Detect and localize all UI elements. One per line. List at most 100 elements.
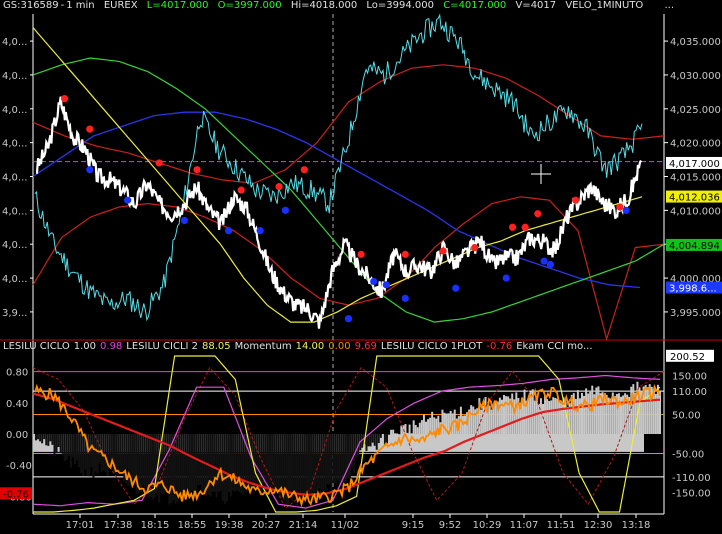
signal-dot-blue [86,166,94,174]
right-tick-label: 3,995.000 [670,308,721,319]
signal-dot-blue [370,277,378,286]
signal-dot-red [86,125,94,133]
signal-dot-blue [546,260,555,269]
indicator-value-10: -0.76 [486,341,513,352]
x-tick-label: 20:27 [252,520,281,531]
chart-canvas[interactable]: 4,035.000 4,0... 4,030.000 4,0... 4,025.000 4… [0,0,722,534]
signal-dot-red [572,196,580,204]
x-tick-label: 18:15 [141,520,170,531]
signal-dot-red [471,243,479,252]
right-tick-label: 4,035.000 [670,37,721,48]
last-price: L=4017.000 [146,0,209,11]
lower-right-tick-label: 110.00 [672,387,707,398]
signal-dot-red [534,210,542,218]
lower-right-tick-label: 150.00 [672,372,707,383]
signal-dot-blue [452,284,460,292]
signal-dot-red [155,159,163,167]
left-tick-label: 4,0... [2,71,27,82]
signal-dot-blue [382,281,390,289]
signal-dot-blue [256,227,264,235]
lower-right-tick-label: -150.00 [672,489,711,500]
more-dots[interactable]: ... [664,0,674,11]
signal-dot-blue [180,216,189,225]
left-tick-label: 4,0... [2,274,27,285]
right-tick-label: 4,020.000 [670,139,721,150]
low-price: Lo=3994.000 [366,0,435,11]
x-tick-label: 13:18 [622,520,651,531]
x-tick-label: 18:55 [178,520,207,531]
indicator-value-9: LESILU CICLO 1PLOT [380,341,483,352]
signal-dot-red [237,186,245,194]
x-tick-label: 12:30 [584,520,613,531]
signal-dot-red [521,223,529,231]
left-tick-label: 4,0... [2,240,27,251]
signal-dot-blue [540,257,548,265]
x-tick-label: 11:07 [510,520,539,531]
lower-right-tick-label: 50.00 [672,411,701,422]
signal-dot-red [616,203,624,211]
signal-dot-blue [124,196,132,204]
signal-dot-red [401,250,409,258]
signal-dot-blue [622,206,630,214]
x-tick-label: 9:15 [402,520,424,531]
indicator-value-8: 9.69 [354,341,377,352]
signal-dot-red [357,250,365,258]
left-tick-label: 4,0... [2,206,27,217]
price-marker-label: 4,004.894 [669,241,720,252]
left-tick-label: 4,0... [2,173,27,184]
signal-dot-red [60,95,69,103]
x-tick-label: 17:01 [66,520,95,531]
indicator-value-11: Ekam CCI mo... [516,341,593,352]
indicator-value-0: LESILU CICLO [3,341,70,352]
volume-label: V=4017 [515,0,557,11]
signal-dot-red [508,223,517,231]
open-price: O=3997.000 [217,0,282,11]
indicator-value-2: 0.98 [100,341,123,352]
left-tick-label: 4,0... [2,105,27,116]
signal-dot-blue [502,274,510,282]
signal-dot-red [439,247,447,255]
series-price-close [35,96,642,329]
x-tick-label: 10:29 [473,520,502,531]
lower-left-tick-label: 0.40 [6,399,28,410]
osc-marker-label: -0.76 [3,489,29,500]
indicator-value-7: 0.00 [328,341,351,352]
series-cyan-price [34,13,643,322]
high-price: Hi=4018.000 [290,0,358,11]
indicator-value-1: 1.00 [73,341,97,352]
indicator-header: LESILU CICLO 1.00 0.98 LESILU CICLI 2 88.05 M… [0,341,722,354]
price-marker-label: 4,012.036 [669,193,720,204]
study-label: VELO_1MINUTO [565,0,644,11]
signal-dot-red [300,166,308,174]
right-tick-label: 4,025.000 [670,105,721,116]
lower-right-tick-label: -50.00 [672,450,704,461]
signal-dot-blue [281,206,289,214]
signal-dot-red [193,166,201,174]
series-yellow-cycle [32,27,643,323]
x-tick-label: 11:51 [547,520,576,531]
signal-dot-blue [225,227,233,235]
signal-dot-red [275,183,283,191]
x-tick-label: 19:38 [215,520,244,531]
right-tick-label: 4,010.000 [670,206,721,217]
indicator-value-4: 88.05 [202,341,231,352]
left-tick-label: 4,0... [2,37,27,48]
price-marker-label: 3,998.6... [669,284,717,295]
symbol-label: GS:316589 [3,0,59,11]
x-tick-label: 9:52 [439,520,461,531]
lower-right-tick-label: -110.00 [672,473,711,484]
lower-left-tick-label: 0.00 [6,430,28,441]
right-tick-label: 4,015.000 [670,173,721,184]
x-tick-label: 17:38 [104,520,133,531]
indicator-value-3: LESILU CICLI 2 [126,341,199,352]
x-axis-group: 17:01 17:38 18:15 18:55 19:38 20:27 21:14 11/02… [66,514,651,531]
interval-label: 1 min [66,0,95,11]
lower-left-tick-label: -0.40 [6,461,32,472]
price-marker-label: 4,017.000 [669,159,720,170]
signal-dot-blue [344,315,353,323]
signal-dot-blue [401,294,409,302]
right-tick-label: 4,030.000 [670,71,721,82]
x-tick-label: 11/02 [331,520,360,531]
lower-left-tick-label: 0.80 [6,368,28,379]
indicator-value-5: Momentum [234,341,292,352]
